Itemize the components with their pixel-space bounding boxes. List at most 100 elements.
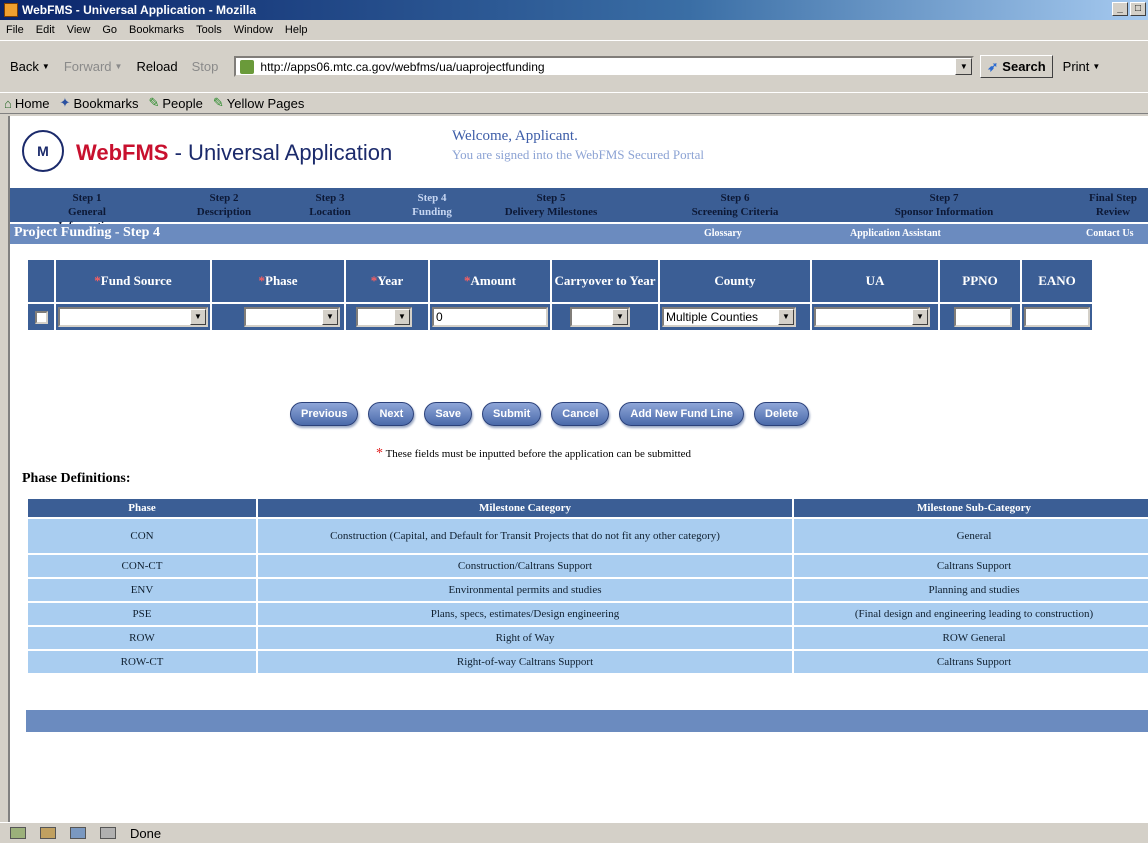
step-name: Sponsor Information — [894, 206, 994, 218]
eano-input[interactable] — [1024, 307, 1090, 327]
print-label: Print — [1062, 59, 1090, 74]
bookmark-bookmarks-label: Bookmarks — [73, 95, 139, 111]
menu-bookmarks[interactable]: Bookmarks — [129, 24, 184, 36]
contact-us-link[interactable]: Contact Us — [1086, 228, 1134, 239]
welcome-title: Welcome, Applicant. — [452, 128, 578, 144]
step-7-link[interactable]: Step 7 Sponsor Information — [874, 191, 1014, 219]
subcategory-cell: General — [794, 519, 1148, 553]
phase-cell: CON — [28, 519, 256, 553]
next-button[interactable]: Next — [368, 402, 415, 426]
menu-view[interactable]: View — [67, 24, 91, 36]
chevron-down-icon: ▼ — [612, 309, 628, 325]
menu-edit[interactable]: Edit — [36, 24, 55, 36]
reload-button[interactable]: Reload — [132, 59, 181, 74]
logo-web: Web — [76, 140, 123, 165]
mail-icon[interactable] — [40, 827, 56, 839]
carryover-year-select[interactable]: ▼ — [570, 307, 630, 327]
phase-select[interactable]: ▼ — [244, 307, 340, 327]
step-name: Screening Criteria — [691, 206, 779, 218]
composer-icon[interactable] — [70, 827, 86, 839]
county-cell: Multiple Counties ▼ — [660, 304, 810, 330]
welcome-sub: You are signed into the WebFMS Secured P… — [452, 147, 704, 162]
submit-button[interactable]: Submit — [482, 402, 542, 426]
forward-button[interactable]: Forward ▼ — [60, 59, 127, 74]
print-button[interactable]: Print ▼ — [1059, 59, 1105, 74]
year-select[interactable]: ▼ — [356, 307, 412, 327]
maximize-icon[interactable]: □ — [1130, 2, 1146, 16]
amount-input[interactable]: 0 — [432, 307, 548, 327]
bookmark-yellow-pages-label: Yellow Pages — [226, 95, 305, 111]
save-button[interactable]: Save — [424, 402, 473, 426]
fund-source-label: Fund Source — [100, 273, 172, 288]
application-assistant-link[interactable]: Application Assistant — [850, 228, 941, 239]
page-footer-bar — [26, 710, 1148, 732]
bookmark-home-label: Home — [14, 95, 50, 111]
minimize-icon[interactable]: _ — [1112, 2, 1128, 16]
previous-button[interactable]: Previous — [290, 402, 359, 426]
select-column-header — [28, 260, 54, 302]
address-book-icon[interactable] — [100, 827, 116, 839]
navigation-toolbar: Back ▼ Forward ▼ Reload Stop http://apps… — [0, 40, 1148, 92]
category-cell: Environmental permits and studies — [258, 579, 792, 601]
step-name: Review — [1095, 206, 1131, 218]
add-fund-line-button[interactable]: Add New Fund Line — [619, 402, 745, 426]
home-icon: ⌂ — [4, 95, 12, 111]
ua-select[interactable]: ▼ — [814, 307, 930, 327]
phase-col-header: Phase — [28, 499, 256, 517]
step-navigation: Step 1General Information Step 2Descript… — [10, 188, 1148, 232]
eano-cell — [1022, 304, 1092, 330]
row-select-checkbox[interactable] — [34, 310, 48, 324]
step-name: Delivery Milestones — [504, 206, 598, 218]
step-num: Step 1 — [72, 192, 102, 204]
step-6-link[interactable]: Step 6 Screening Criteria — [670, 191, 800, 219]
county-select[interactable]: Multiple Counties ▼ — [662, 307, 796, 327]
stop-button[interactable]: Stop — [188, 59, 223, 74]
ppno-cell — [940, 304, 1020, 330]
amount-cell: 0 — [430, 304, 550, 330]
bookmarks-icon: ✦ — [59, 95, 71, 110]
category-cell: Right of Way — [258, 627, 792, 649]
menu-help[interactable]: Help — [285, 24, 308, 36]
table-row: PSE Plans, specs, estimates/Design engin… — [28, 603, 1148, 625]
bookmark-people[interactable]: ✎ People — [148, 95, 202, 111]
cancel-button[interactable]: Cancel — [551, 402, 610, 426]
page-header: M WebFMS - Universal Application Welcome… — [10, 116, 1148, 186]
year-label: Year — [377, 273, 404, 288]
county-header: County — [660, 260, 810, 302]
required-fields-note: * These fields must be inputted before t… — [376, 446, 691, 462]
bookmark-yellow-pages[interactable]: ✎ Yellow Pages — [213, 95, 304, 111]
menu-tools[interactable]: Tools — [196, 24, 222, 36]
chevron-down-icon: ▼ — [394, 309, 410, 325]
phase-label: Phase — [265, 273, 298, 288]
url-dropdown-icon[interactable]: ▼ — [955, 58, 973, 75]
bookmark-home[interactable]: ⌂ Home — [4, 96, 50, 111]
search-button[interactable]: ➶ Search — [980, 55, 1053, 78]
delete-button[interactable]: Delete — [754, 402, 810, 426]
mozilla-app-icon — [4, 3, 18, 17]
step-2-link[interactable]: Step 2 Description — [184, 191, 264, 219]
step-name: Funding — [412, 206, 452, 218]
logo-mark: M — [37, 143, 49, 159]
step-name: Description — [196, 206, 252, 218]
ppno-header: PPNO — [940, 260, 1020, 302]
step-4-link[interactable]: Step 4 Funding — [402, 191, 462, 219]
step-3-link[interactable]: Step 3 Location — [294, 191, 366, 219]
url-field[interactable]: http://apps06.mtc.ca.gov/webfms/ua/uapro… — [234, 56, 975, 77]
search-icon: ➶ — [987, 58, 999, 74]
menu-file[interactable]: File — [6, 24, 24, 36]
ppno-input[interactable] — [954, 307, 1012, 327]
bookmark-bookmarks[interactable]: ✦ Bookmarks — [60, 95, 139, 111]
back-button[interactable]: Back ▼ — [6, 59, 54, 74]
funding-header-row: *Fund Source *Phase *Year *Amount Carryo… — [28, 260, 1092, 302]
final-step-link[interactable]: Final Step Review — [1080, 191, 1146, 219]
navigator-icon[interactable] — [10, 827, 26, 839]
table-row: ENV Environmental permits and studies Pl… — [28, 579, 1148, 601]
menu-go[interactable]: Go — [102, 24, 117, 36]
step-5-link[interactable]: Step 5 Delivery Milestones — [486, 191, 616, 219]
phase-cell: ▼ — [212, 304, 344, 330]
step-num: Step 6 — [720, 192, 750, 204]
menu-window[interactable]: Window — [234, 24, 273, 36]
phase-header: *Phase — [212, 260, 344, 302]
glossary-link[interactable]: Glossary — [704, 228, 742, 239]
fund-source-select[interactable]: ▼ — [58, 307, 208, 327]
